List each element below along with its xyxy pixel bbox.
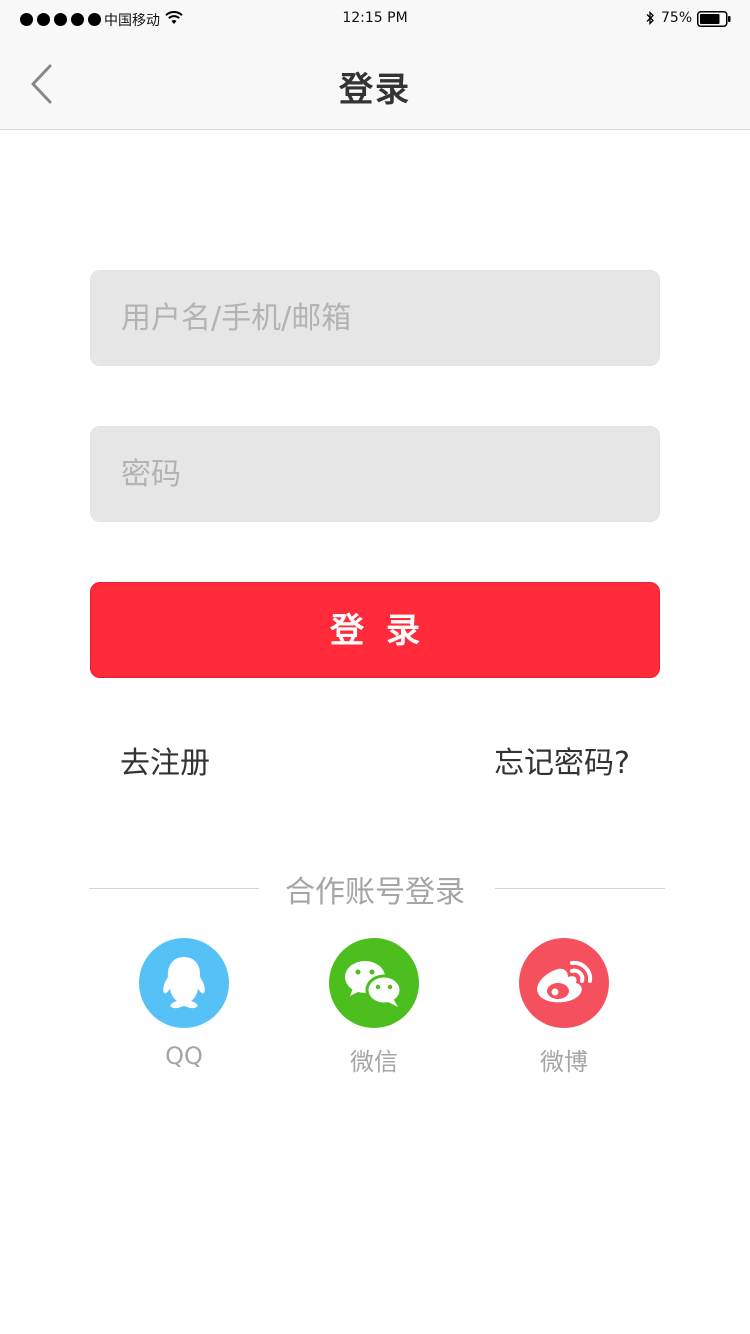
page-title: 登录: [339, 70, 411, 110]
password-field-container: [90, 426, 660, 522]
navigation-bar: 登录: [0, 40, 750, 130]
wechat-login-button[interactable]: 微信: [314, 938, 434, 1077]
weibo-label: 微博: [540, 1048, 588, 1076]
status-bar: 中国移动 12:15 PM 75%: [0, 0, 750, 40]
status-time: 12:15 PM: [342, 10, 408, 26]
third-party-login-heading: 合作账号登录: [285, 875, 465, 910]
register-link[interactable]: 去注册: [120, 738, 210, 782]
battery-icon: [697, 11, 731, 31]
bluetooth-icon: [645, 10, 655, 29]
password-input[interactable]: [91, 427, 659, 521]
battery-percent: 75%: [661, 10, 693, 26]
qq-icon: [139, 938, 229, 1028]
qq-label: QQ: [165, 1042, 203, 1070]
login-button[interactable]: 登录: [90, 582, 660, 678]
wechat-label: 微信: [350, 1048, 398, 1076]
username-input[interactable]: [91, 271, 659, 365]
weibo-icon: [519, 938, 609, 1028]
login-page: 中国移动 12:15 PM 75% 登录 用户名/手机/邮箱 登录 去注册 忘记…: [0, 0, 750, 1334]
divider-right: [495, 888, 665, 889]
weibo-login-button[interactable]: 微博: [504, 938, 624, 1077]
wechat-icon: [329, 938, 419, 1028]
qq-login-button[interactable]: QQ: [124, 938, 244, 1070]
forgot-password-link[interactable]: 忘记密码?: [494, 738, 630, 782]
username-field-container: [90, 270, 660, 366]
